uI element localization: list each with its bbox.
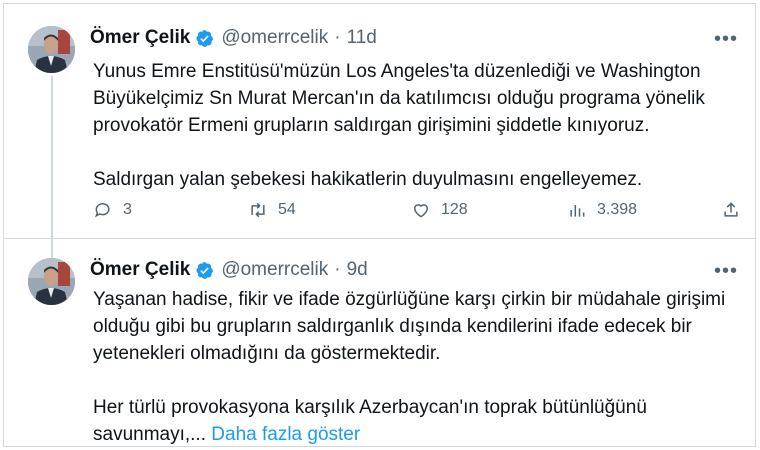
- retweet-button[interactable]: 54: [248, 200, 296, 220]
- reply-button[interactable]: 3: [93, 200, 132, 220]
- views-chart-icon: [570, 205, 585, 217]
- author-name[interactable]: Ömer Çelik: [90, 259, 190, 281]
- retweet-count: 54: [278, 201, 296, 218]
- show-more-link[interactable]: Daha fazla göster: [211, 424, 360, 445]
- views-button[interactable]: 3.398: [567, 200, 637, 220]
- heart-icon: [413, 204, 429, 218]
- more-options-icon[interactable]: •••: [714, 260, 738, 283]
- timestamp[interactable]: 9d: [347, 259, 368, 281]
- tweet-text: Yaşanan hadise, fikir ve ifade özgürlüğü…: [93, 286, 733, 448]
- tweet-actions: 3 54 128 3.398: [93, 200, 743, 226]
- tweet[interactable]: Ömer Çelik @omerrcelik · 11d ••• Yunus E…: [0, 0, 760, 238]
- retweet-icon: [251, 202, 265, 218]
- reply-count: 3: [123, 201, 132, 218]
- thread-line: [51, 239, 53, 258]
- avatar-image-icon: [28, 26, 75, 73]
- reply-icon: [95, 203, 110, 218]
- more-options-icon[interactable]: •••: [714, 28, 738, 51]
- separator-dot: ·: [334, 27, 341, 48]
- author-handle[interactable]: @omerrcelik: [221, 259, 328, 281]
- like-count: 128: [441, 201, 468, 218]
- like-button[interactable]: 128: [411, 200, 468, 220]
- author-handle[interactable]: @omerrcelik: [221, 27, 328, 49]
- tweet-paragraph: Saldırgan yalan şebekesi hakikatlerin du…: [93, 169, 643, 190]
- thread-line: [51, 76, 53, 238]
- share-button[interactable]: [721, 200, 751, 220]
- avatar[interactable]: [28, 258, 75, 305]
- author-name[interactable]: Ömer Çelik: [90, 27, 190, 49]
- tweet[interactable]: Ömer Çelik @omerrcelik · 9d ••• Yaşanan …: [0, 239, 760, 450]
- avatar-image-icon: [28, 258, 75, 305]
- separator-dot: ·: [334, 259, 341, 280]
- timestamp[interactable]: 11d: [347, 27, 377, 49]
- view-count: 3.398: [597, 201, 638, 218]
- tweet-header: Ömer Çelik @omerrcelik · 11d: [90, 26, 377, 50]
- verified-badge-icon: [195, 29, 214, 48]
- verified-badge-icon: [195, 261, 214, 280]
- avatar[interactable]: [28, 26, 75, 73]
- share-icon: [724, 202, 738, 217]
- tweet-header: Ömer Çelik @omerrcelik · 9d: [90, 258, 368, 282]
- tweet-paragraph: Yunus Emre Enstitüsü'müzün Los Angeles't…: [93, 61, 705, 136]
- tweet-paragraph: Yaşanan hadise, fikir ve ifade özgürlüğü…: [93, 289, 726, 364]
- tweet-text: Yunus Emre Enstitüsü'müzün Los Angeles't…: [93, 58, 733, 193]
- tweet-paragraph: Her türlü provokasyona karşılık Azerbayc…: [93, 397, 647, 445]
